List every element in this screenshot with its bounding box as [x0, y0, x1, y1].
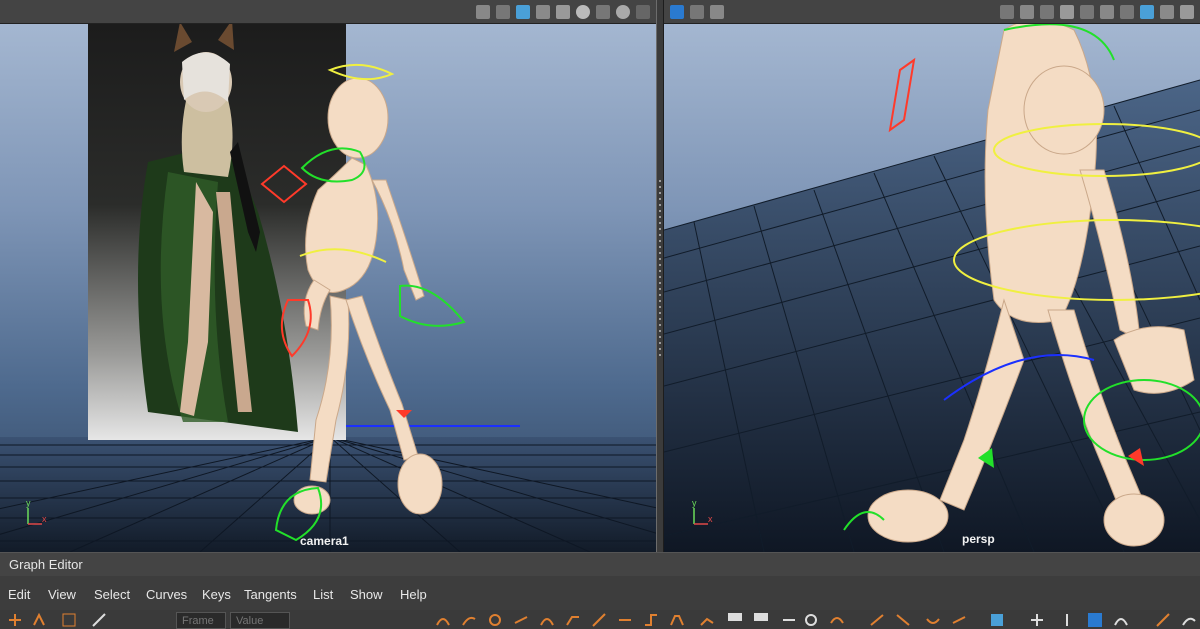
- safe-action-icon[interactable]: [1100, 4, 1114, 19]
- camera-label: persp: [962, 532, 995, 546]
- film-gate-icon[interactable]: [1020, 4, 1034, 19]
- menu-edit[interactable]: Edit: [8, 587, 30, 602]
- menu-view[interactable]: View: [48, 587, 76, 602]
- shaded-cube-icon[interactable]: [516, 4, 530, 19]
- center-view-icon[interactable]: [488, 613, 502, 627]
- wireframe-icon[interactable]: [1160, 4, 1174, 19]
- menu-help[interactable]: Help: [400, 587, 427, 602]
- viewport-toolbar-left: [0, 0, 656, 24]
- in-tangent-icon[interactable]: [728, 613, 742, 627]
- mannequin-right-foot: [1103, 493, 1165, 547]
- menu-select[interactable]: Select: [94, 587, 130, 602]
- linear-tangent-icon[interactable]: [592, 613, 606, 627]
- axis-gizmo-icon: [693, 508, 708, 525]
- camera-label: camera1: [300, 534, 349, 548]
- textured-icon[interactable]: [556, 4, 570, 19]
- denormalize-curves-icon[interactable]: [1114, 613, 1128, 627]
- clamped-tangent-icon[interactable]: [566, 613, 580, 627]
- graph-editor-panel: Graph Editor Edit View Select Curves Key…: [0, 552, 1200, 629]
- resolution-gate-icon[interactable]: [1040, 4, 1054, 19]
- normalize-curves-icon[interactable]: [1088, 613, 1102, 627]
- mannequin-hip-joint: [1023, 65, 1105, 155]
- head-control: [327, 63, 395, 81]
- menu-keys[interactable]: Keys: [202, 587, 231, 602]
- value-field[interactable]: [230, 612, 290, 629]
- stacked-curves-icon[interactable]: [1156, 613, 1170, 627]
- step-tangent-icon[interactable]: [644, 613, 658, 627]
- mannequin-left-foot: [293, 485, 331, 515]
- character-rig[interactable]: [664, 0, 1200, 552]
- insert-keys-icon[interactable]: [32, 613, 46, 627]
- swap-buffer-curves-icon[interactable]: [896, 613, 910, 627]
- shaded-cube-icon[interactable]: [1140, 4, 1154, 19]
- menu-curves[interactable]: Curves: [146, 587, 187, 602]
- region-tool-icon[interactable]: [92, 613, 106, 627]
- grid-toggle-icon[interactable]: [496, 4, 510, 19]
- mannequin-right-arm: [371, 179, 425, 301]
- auto-tangent-icon[interactable]: [514, 613, 528, 627]
- shadows-icon[interactable]: [596, 4, 610, 19]
- frame-playback-range-icon[interactable]: [462, 613, 476, 627]
- curve-view-icon[interactable]: [1182, 613, 1196, 627]
- graph-editor-titlebar[interactable]: Graph Editor: [0, 552, 1200, 576]
- mannequin-right-leg: [345, 295, 419, 461]
- graph-editor-menubar: Edit View Select Curves Keys Tangents Li…: [0, 576, 1200, 610]
- buffer-curve-snapshot-icon[interactable]: [870, 613, 884, 627]
- menu-list[interactable]: List: [313, 587, 333, 602]
- frame-all-icon[interactable]: [436, 613, 450, 627]
- ambient-occlusion-icon[interactable]: [616, 4, 630, 19]
- field-chart-icon[interactable]: [1080, 4, 1094, 19]
- dope-sheet-icon[interactable]: [990, 613, 1004, 627]
- select-camera-icon[interactable]: [670, 4, 684, 19]
- break-tangents-icon[interactable]: [700, 613, 714, 627]
- safe-title-icon[interactable]: [1120, 4, 1134, 19]
- pole-vector-control: [1128, 448, 1144, 466]
- weighted-tangents-icon[interactable]: [830, 613, 844, 627]
- out-tangent-icon[interactable]: [754, 613, 768, 627]
- grid-toggle-icon[interactable]: [1060, 4, 1074, 19]
- flat-tangent-icon[interactable]: [618, 613, 632, 627]
- mannequin-left-leg: [939, 298, 1025, 511]
- plateau-tangent-icon[interactable]: [670, 613, 684, 627]
- move-nearest-picked-key-icon[interactable]: [8, 613, 22, 627]
- menu-show[interactable]: Show: [350, 587, 383, 602]
- ik-handle-arm: [888, 57, 916, 133]
- mannequin-right-foot: [397, 453, 443, 515]
- graph-editor-toolbar: [0, 610, 1200, 629]
- bookmark-icon[interactable]: [710, 4, 724, 19]
- textured-icon[interactable]: [1180, 4, 1194, 19]
- menu-tangents[interactable]: Tangents: [244, 587, 297, 602]
- frame-field[interactable]: [176, 612, 226, 629]
- viewport-camera1[interactable]: y x camera1: [0, 0, 656, 552]
- camera-attributes-icon[interactable]: [476, 4, 490, 19]
- value-snap-icon[interactable]: [1060, 613, 1074, 627]
- character-rig[interactable]: [0, 0, 656, 552]
- mannequin-arm: [1079, 169, 1141, 341]
- pre-infinity-icon[interactable]: [926, 613, 940, 627]
- mannequin-hand: [1113, 326, 1195, 394]
- mannequin-head: [327, 77, 389, 159]
- axis-gizmo-icon: [27, 508, 42, 525]
- right-hand-control: [399, 284, 466, 327]
- time-snap-icon[interactable]: [1030, 613, 1044, 627]
- image-plane-icon[interactable]: [1000, 4, 1014, 19]
- spline-tangent-icon[interactable]: [540, 613, 554, 627]
- viewport-persp[interactable]: y x persp: [664, 0, 1200, 552]
- isolate-select-icon[interactable]: [636, 4, 650, 19]
- mannequin-left-arm: [303, 279, 331, 331]
- unify-tangents-icon[interactable]: [782, 613, 796, 627]
- wireframe-icon[interactable]: [536, 4, 550, 19]
- viewport-toolbar-right: [664, 0, 1200, 24]
- ik-handle-left: [260, 164, 308, 204]
- lock-tangent-weight-icon[interactable]: [804, 613, 818, 627]
- graph-editor-title: Graph Editor: [9, 557, 83, 572]
- lighting-icon[interactable]: [576, 4, 590, 19]
- post-infinity-icon[interactable]: [952, 613, 966, 627]
- camera-lock-icon[interactable]: [690, 4, 704, 19]
- lattice-deform-icon[interactable]: [62, 613, 76, 627]
